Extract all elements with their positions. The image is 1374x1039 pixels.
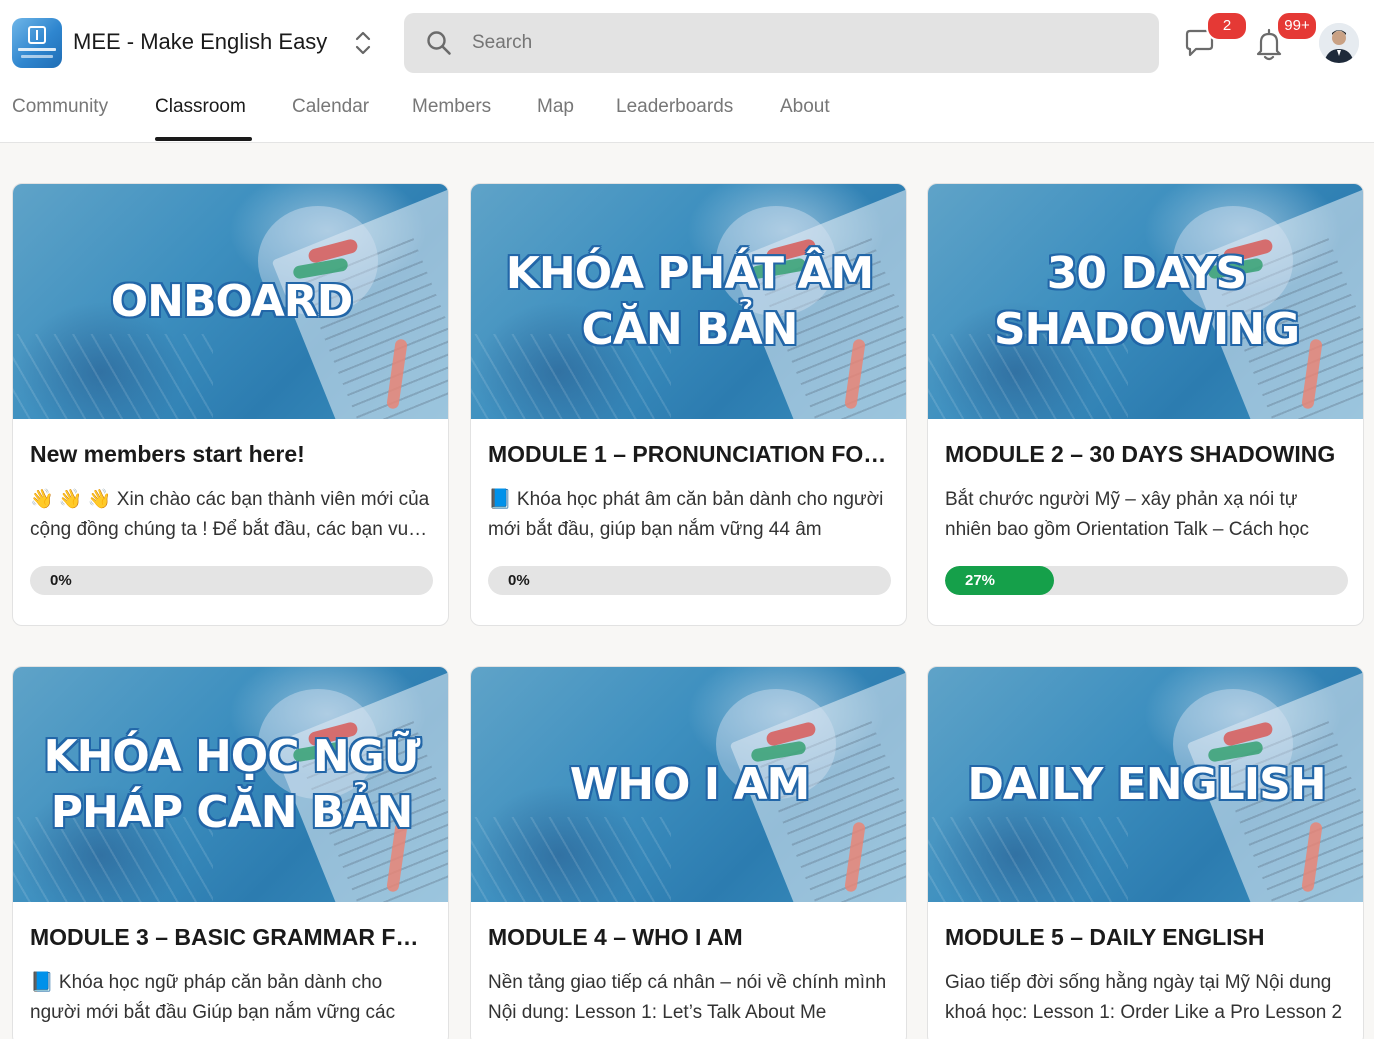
course-thumbnail: ONBOARD [13,184,448,419]
course-title: New members start here! [30,441,305,467]
logo-line [21,55,53,58]
tab-community[interactable]: Community [12,96,108,118]
tab-calendar[interactable]: Calendar [292,96,369,118]
thumbnail-title: ONBOARD [110,275,353,327]
thumbnail-title: DAILY ENGLISH [967,758,1326,810]
course-description: Bắt chước người Mỹ – xây phản xạ nói tự … [945,489,1310,540]
switch-group-icon[interactable] [353,29,373,57]
course-title: MODULE 1 – PRONUNCIATION FOUNDATIONS [488,441,893,467]
course-description: 📘 Khóa học phát âm căn bản dành cho ngườ… [488,489,884,540]
thumbnail-title: KHÓA PHÁT ÂM CĂN BẢN [505,247,874,355]
course-thumbnail: WHO I AM [471,667,906,902]
search-input[interactable] [472,23,1132,63]
tab-members[interactable]: Members [412,96,491,118]
course-progress-bar: 27% [945,566,1348,595]
course-description: Nền tảng giao tiếp cá nhân – nói về chín… [488,972,887,1023]
logo-line [18,48,56,51]
course-progress-bar: 0% [30,566,433,595]
group-name[interactable]: MEE - Make English Easy [73,29,327,55]
course-card[interactable]: KHÓA HỌC NGỮ PHÁP CĂN BẢN MODULE 3 – BAS… [12,666,449,1039]
user-avatar[interactable] [1319,23,1359,63]
course-card[interactable]: 30 DAYS SHADOWING MODULE 2 – 30 DAYS SHA… [927,183,1364,626]
course-card[interactable]: KHÓA PHÁT ÂM CĂN BẢN MODULE 1 – PRONUNCI… [470,183,907,626]
course-thumbnail: KHÓA PHÁT ÂM CĂN BẢN [471,184,906,419]
search-icon [427,31,451,55]
course-progress-bar: 0% [488,566,891,595]
course-thumbnail: 30 DAYS SHADOWING [928,184,1363,419]
active-tab-indicator [155,137,252,141]
course-title: MODULE 5 – DAILY ENGLISH [945,924,1265,950]
course-title: MODULE 2 – 30 DAYS SHADOWING [945,441,1336,467]
progress-label: 27% [965,572,996,589]
search-bar[interactable] [404,13,1159,73]
course-description: 👋 👋 👋 Xin chào các bạn thành viên mới củ… [30,489,430,540]
course-description: Giao tiếp đời sống hằng ngày tại Mỹ Nội … [945,972,1343,1023]
avatar-image [1319,23,1359,63]
course-title: MODULE 3 – BASIC GRAMMAR FOUNDATIONS [30,924,435,950]
top-header: MEE - Make English Easy 2 99+ Community … [0,0,1374,143]
course-card[interactable]: ONBOARD New members start here! 👋 👋 👋 Xi… [12,183,449,626]
thumbnail-title: WHO I AM [569,758,811,810]
thumbnail-title: KHÓA HỌC NGỮ PHÁP CĂN BẢN [43,730,420,838]
course-title: MODULE 4 – WHO I AM [488,924,743,950]
thumbnail-title: 30 DAYS SHADOWING [993,247,1300,355]
progress-fill [945,566,1054,595]
course-thumbnail: KHÓA HỌC NGỮ PHÁP CĂN BẢN [13,667,448,902]
progress-label: 0% [508,572,530,589]
notification-count-badge: 99+ [1276,11,1318,41]
tab-classroom[interactable]: Classroom [155,96,246,118]
course-description: 📘 Khóa học ngữ pháp căn bản dành cho ngư… [30,972,396,1023]
book-icon [28,26,46,44]
chat-count-badge: 2 [1206,11,1248,41]
tab-map[interactable]: Map [537,96,574,118]
tab-about[interactable]: About [780,96,830,118]
course-card[interactable]: WHO I AM MODULE 4 – WHO I AM Nền tảng gi… [470,666,907,1039]
course-card[interactable]: DAILY ENGLISH MODULE 5 – DAILY ENGLISH G… [927,666,1364,1039]
group-logo[interactable] [12,18,62,68]
tab-leaderboards[interactable]: Leaderboards [616,96,733,118]
progress-label: 0% [50,572,72,589]
course-thumbnail: DAILY ENGLISH [928,667,1363,902]
